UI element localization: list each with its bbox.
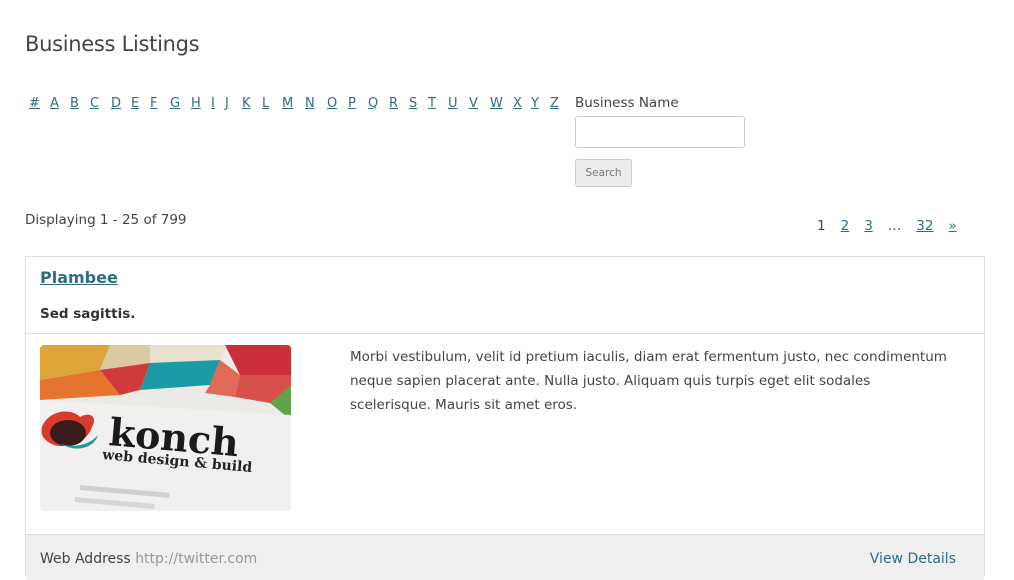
alpha-filter-k[interactable]: K — [242, 96, 251, 111]
alpha-filter-s[interactable]: S — [409, 96, 417, 111]
web-address-link[interactable]: http://twitter.com — [135, 551, 257, 567]
listing-tagline: Sed sagittis. — [40, 306, 136, 322]
page-link-3[interactable]: 3 — [864, 218, 873, 234]
divider — [26, 333, 984, 334]
alpha-filter-r[interactable]: R — [389, 96, 398, 111]
alpha-filter-n[interactable]: N — [305, 96, 315, 111]
alpha-filter-m[interactable]: M — [282, 96, 293, 111]
alpha-filter-d[interactable]: D — [111, 96, 121, 111]
alpha-filter-a[interactable]: A — [50, 96, 59, 111]
alpha-filter-g[interactable]: G — [170, 96, 180, 111]
alpha-filter-j[interactable]: J — [225, 96, 229, 111]
listing-image[interactable]: konch web design & build — [40, 345, 291, 511]
pagination: 1 2 3 … 32 » — [817, 218, 972, 234]
alpha-filter-e[interactable]: E — [131, 96, 139, 111]
search-form: Business Name Search — [575, 95, 745, 187]
alpha-filter-o[interactable]: O — [327, 96, 337, 111]
results-summary: Displaying 1 - 25 of 799 — [25, 212, 187, 228]
web-address-label: Web Address — [40, 551, 131, 567]
listing-name-link[interactable]: Plambee — [40, 268, 118, 287]
page-current: 1 — [817, 218, 826, 234]
business-name-label: Business Name — [575, 95, 679, 111]
alpha-filter-y[interactable]: Y — [531, 96, 539, 111]
page-title: Business Listings — [25, 32, 200, 57]
alpha-filter-b[interactable]: B — [70, 96, 79, 111]
page-next-link[interactable]: » — [948, 218, 956, 234]
listing-description: Morbi vestibulum, velit id pretium iacul… — [350, 349, 947, 413]
web-address: Web Address http://twitter.com — [40, 551, 257, 567]
alpha-filter-f[interactable]: F — [150, 96, 157, 111]
alpha-filter-p[interactable]: P — [348, 96, 356, 111]
alpha-filter-q[interactable]: Q — [368, 96, 378, 111]
page-link-2[interactable]: 2 — [841, 218, 850, 234]
search-button[interactable]: Search — [575, 159, 632, 187]
alpha-filter-z[interactable]: Z — [550, 96, 559, 111]
alpha-filter-t[interactable]: T — [428, 96, 436, 111]
alpha-filter-u[interactable]: U — [448, 96, 458, 111]
alpha-filter-hash[interactable]: # — [29, 96, 40, 111]
page-link-last[interactable]: 32 — [916, 218, 933, 234]
alpha-filter-w[interactable]: W — [490, 96, 503, 111]
business-name-input[interactable] — [575, 116, 745, 148]
alpha-filter-i[interactable]: I — [211, 96, 215, 111]
business-card-image: konch web design & build — [40, 345, 291, 511]
alpha-filter-h[interactable]: H — [191, 96, 201, 111]
alpha-filter-c[interactable]: C — [90, 96, 99, 111]
listing-footer: Web Address http://twitter.com View Deta… — [26, 534, 984, 580]
view-details-link[interactable]: View Details — [870, 551, 956, 567]
page-ellipsis: … — [887, 218, 902, 234]
alpha-filter-l[interactable]: L — [262, 96, 269, 111]
alpha-filter-v[interactable]: V — [469, 96, 478, 111]
listing-card: Plambee Sed sagittis. konch web design &… — [25, 256, 985, 580]
alpha-filter-x[interactable]: X — [513, 96, 522, 111]
